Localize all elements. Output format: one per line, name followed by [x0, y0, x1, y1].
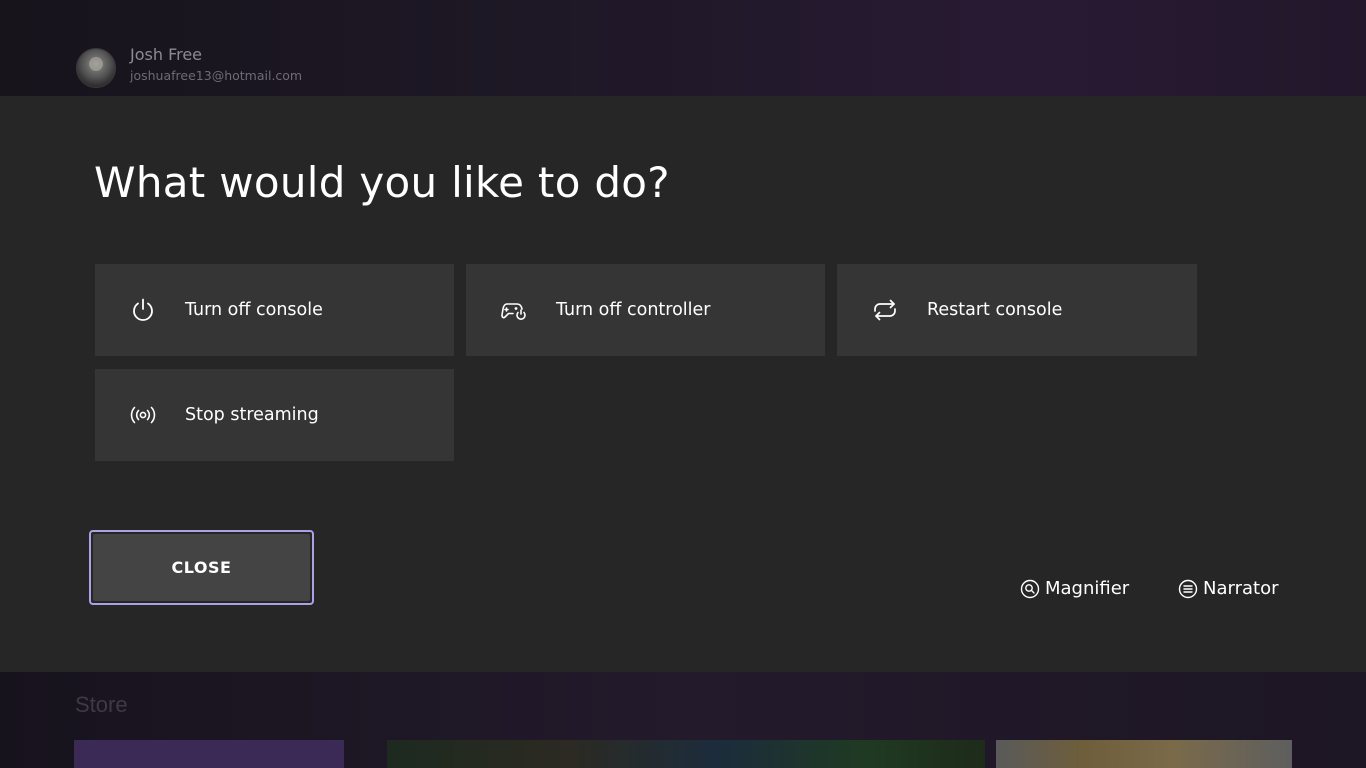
power-dialog: What would you like to do? Turn off cons…: [0, 96, 1366, 672]
option-label: Turn off console: [185, 300, 323, 320]
dialog-title: What would you like to do?: [94, 158, 670, 207]
profile-email: joshuafree13@hotmail.com: [130, 68, 303, 84]
controller-power-icon: [500, 296, 528, 324]
power-icon: [129, 296, 157, 324]
avatar: [76, 48, 116, 88]
option-label: Turn off controller: [556, 300, 711, 320]
option-label: Stop streaming: [185, 405, 319, 425]
magnifier-icon: [1020, 579, 1040, 599]
narrator-icon: [1178, 579, 1198, 599]
turn-off-controller-button[interactable]: Turn off controller: [466, 264, 825, 356]
store-section-label: Store: [75, 692, 128, 717]
narrator-button[interactable]: Narrator: [1178, 578, 1278, 599]
store-tile: [996, 740, 1292, 768]
close-button-label: CLOSE: [93, 534, 310, 601]
profile-name: Josh Free: [130, 45, 203, 65]
turn-off-console-button[interactable]: Turn off console: [95, 264, 454, 356]
narrator-label: Narrator: [1203, 578, 1279, 599]
store-tile: [74, 740, 344, 768]
store-tile: [387, 740, 985, 768]
magnifier-button[interactable]: Magnifier: [1020, 578, 1129, 599]
magnifier-label: Magnifier: [1045, 578, 1130, 599]
option-label: Restart console: [927, 300, 1063, 320]
stop-streaming-button[interactable]: Stop streaming: [95, 369, 454, 461]
dashboard-header: Josh Free joshuafree13@hotmail.com: [0, 0, 1366, 96]
restart-icon: [871, 296, 899, 324]
dashboard-store-row: Store: [0, 672, 1366, 768]
streaming-icon: [129, 401, 157, 429]
close-button[interactable]: CLOSE: [89, 530, 314, 605]
profile[interactable]: Josh Free joshuafree13@hotmail.com: [76, 45, 303, 88]
restart-console-button[interactable]: Restart console: [837, 264, 1197, 356]
